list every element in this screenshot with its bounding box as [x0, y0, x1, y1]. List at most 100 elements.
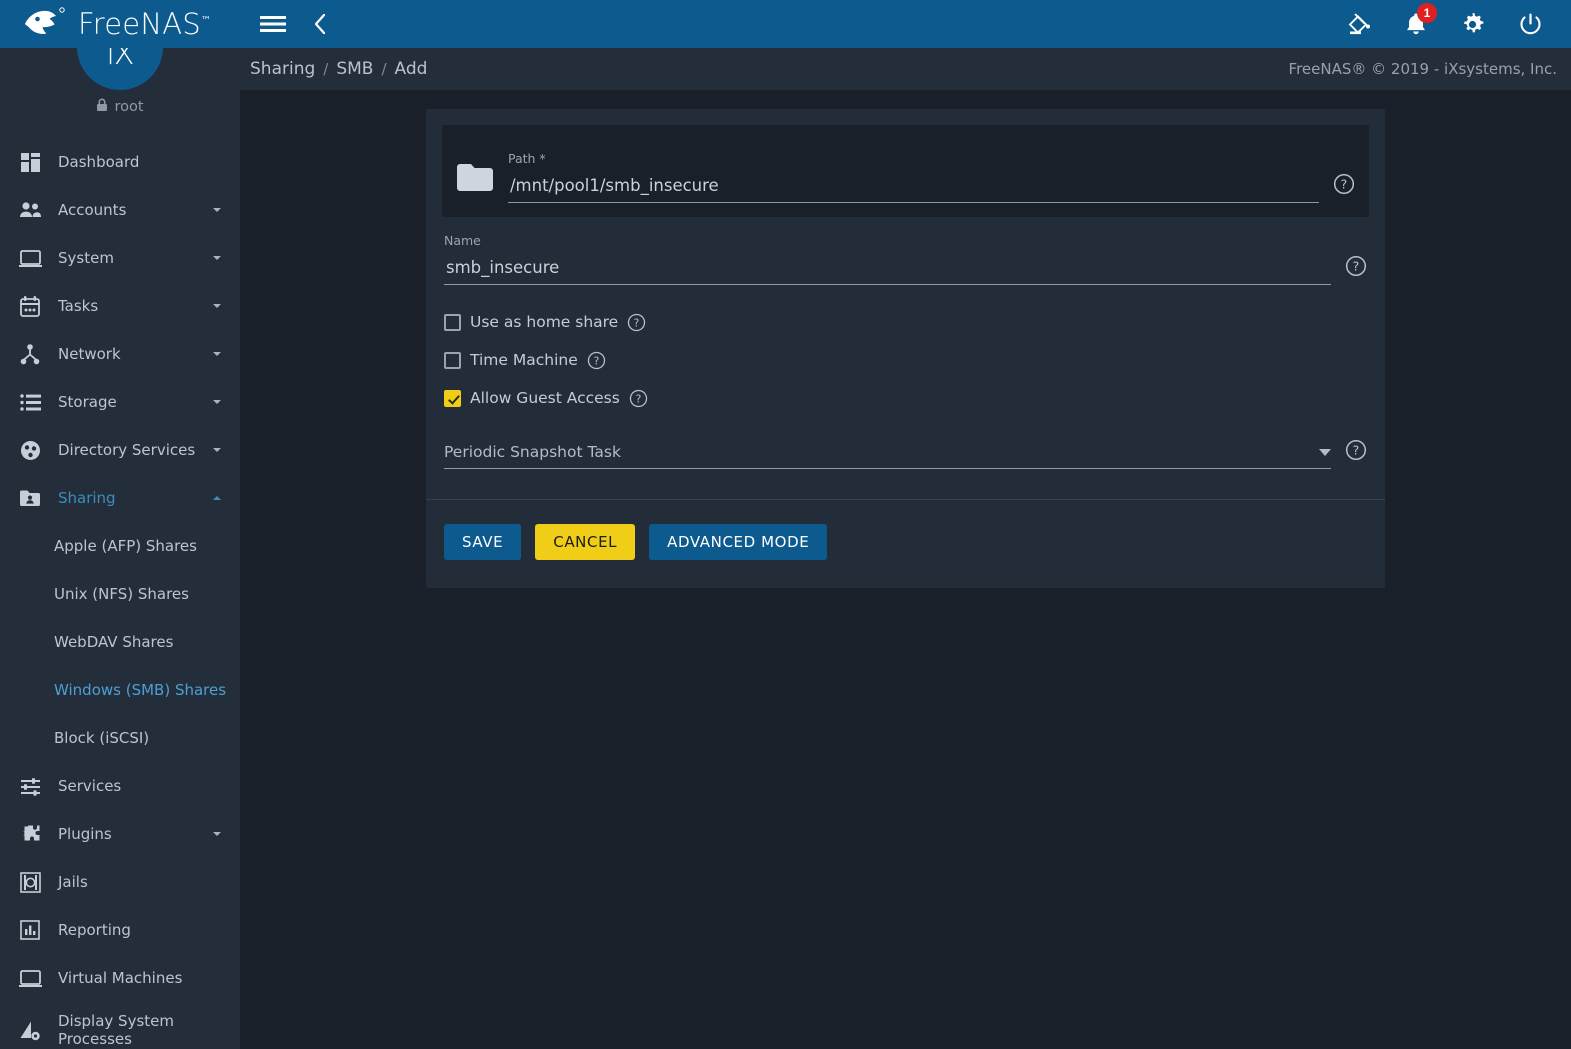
chevron-down-icon	[213, 352, 221, 356]
sidebar-username: root	[0, 98, 240, 116]
sidebar-item-directory-services[interactable]: Directory Services	[0, 426, 240, 474]
sidebar-item-label: Jails	[58, 872, 88, 891]
brand-name: FreeNAS™	[78, 6, 212, 41]
reporting-chart-icon	[12, 916, 48, 944]
main-content: Sharing / SMB / Add FreeNAS® © 2019 - iX…	[240, 48, 1571, 1049]
path-input[interactable]	[508, 176, 1319, 203]
sidebar-item-virtual-machines[interactable]: Virtual Machines	[0, 954, 240, 1002]
help-circle-icon[interactable]: ?	[1333, 173, 1355, 195]
chevron-down-icon	[213, 400, 221, 404]
freenas-fish-icon	[25, 7, 65, 34]
sidebar-item-label: Services	[58, 776, 122, 795]
svg-text:?: ?	[634, 316, 640, 329]
folder-icon[interactable]	[456, 161, 494, 195]
cancel-button[interactable]: CANCEL	[535, 524, 636, 560]
gear-icon[interactable]	[1460, 12, 1485, 37]
services-sliders-icon	[12, 772, 48, 800]
checkbox-group: Use as home share ? Time Machine ? Allow…	[442, 285, 1369, 417]
sidebar-item-plugins[interactable]: Plugins	[0, 810, 240, 858]
smb-share-form-card: Path * ? Name ?	[426, 109, 1385, 588]
sidebar-item-tasks[interactable]: Tasks	[0, 282, 240, 330]
plugins-puzzle-icon	[12, 820, 48, 848]
hamburger-menu-icon[interactable]	[260, 14, 286, 34]
power-icon[interactable]	[1518, 12, 1543, 37]
copyright-text: FreeNAS® © 2019 - iXsystems, Inc.	[1288, 60, 1557, 78]
sidebar: iX root Dashboard Accounts System Tasks …	[0, 0, 240, 1049]
breadcrumb-separator: /	[381, 60, 387, 78]
sidebar-item-label: Network	[58, 344, 121, 363]
bell-icon[interactable]: 1	[1405, 3, 1437, 36]
time-machine-checkbox[interactable]	[444, 351, 461, 369]
sidebar-subitem-label: WebDAV Shares	[54, 633, 174, 651]
path-label: Path *	[508, 151, 546, 166]
sidebar-subitem-block-iscsi[interactable]: Block (iSCSI)	[0, 714, 240, 762]
system-monitor-icon	[12, 244, 48, 272]
svg-text:?: ?	[1353, 443, 1360, 458]
chevron-left-icon[interactable]	[312, 13, 328, 35]
breadcrumb-separator: /	[323, 60, 329, 78]
breadcrumb-item-smb[interactable]: SMB	[336, 59, 373, 79]
breadcrumb-item-add[interactable]: Add	[395, 59, 428, 79]
sidebar-item-label: System	[58, 248, 114, 267]
checkbox-row-allow-guest-access[interactable]: Allow Guest Access ?	[444, 379, 1367, 417]
chevron-down-icon	[213, 448, 221, 452]
sidebar-item-sharing[interactable]: Sharing	[0, 474, 240, 522]
name-label: Name	[444, 233, 481, 248]
chevron-down-icon	[213, 832, 221, 836]
help-circle-icon[interactable]: ?	[627, 313, 646, 332]
sidebar-subitem-apple-afp-shares[interactable]: Apple (AFP) Shares	[0, 522, 240, 570]
sidebar-item-system[interactable]: System	[0, 234, 240, 282]
breadcrumb-bar: Sharing / SMB / Add FreeNAS® © 2019 - iX…	[240, 48, 1571, 90]
sidebar-subitem-label: Apple (AFP) Shares	[54, 537, 197, 555]
help-circle-icon[interactable]: ?	[1345, 439, 1367, 461]
sidebar-item-label: Dashboard	[58, 152, 140, 171]
chevron-down-icon	[213, 208, 221, 212]
chevron-up-icon	[213, 496, 221, 500]
dashboard-icon	[12, 148, 48, 176]
sidebar-nav: Dashboard Accounts System Tasks Network …	[0, 138, 240, 1049]
use-as-home-share-checkbox[interactable]	[444, 313, 461, 331]
allow-guest-access-checkbox[interactable]	[444, 389, 461, 407]
sharing-folder-icon	[12, 484, 48, 512]
freenas-app: iX root Dashboard Accounts System Tasks …	[0, 0, 1571, 1049]
sidebar-item-storage[interactable]: Storage	[0, 378, 240, 426]
svg-text:?: ?	[1353, 259, 1360, 274]
sidebar-subitem-windows-smb-shares[interactable]: Windows (SMB) Shares	[0, 666, 240, 714]
sidebar-item-label: Plugins	[58, 824, 112, 843]
sidebar-item-services[interactable]: Services	[0, 762, 240, 810]
advanced-mode-button[interactable]: ADVANCED MODE	[649, 524, 828, 560]
chevron-down-icon	[1319, 448, 1331, 456]
sidebar-item-network[interactable]: Network	[0, 330, 240, 378]
sidebar-item-reporting[interactable]: Reporting	[0, 906, 240, 954]
help-circle-icon[interactable]: ?	[1345, 255, 1367, 277]
paint-bucket-icon[interactable]	[1346, 11, 1372, 37]
name-input[interactable]	[444, 258, 1331, 285]
sidebar-subitem-label: Unix (NFS) Shares	[54, 585, 189, 603]
breadcrumb-item-sharing[interactable]: Sharing	[250, 59, 315, 79]
sidebar-item-label: Virtual Machines	[58, 968, 183, 987]
chevron-down-icon	[213, 256, 221, 260]
notification-badge: 1	[1417, 3, 1437, 23]
sidebar-item-accounts[interactable]: Accounts	[0, 186, 240, 234]
sidebar-item-jails[interactable]: Jails	[0, 858, 240, 906]
accounts-people-icon	[12, 196, 48, 224]
sidebar-item-label: Sharing	[58, 488, 116, 507]
checkbox-label: Time Machine	[470, 351, 578, 369]
sidebar-subitem-label: Windows (SMB) Shares	[54, 681, 227, 699]
calendar-tasks-icon	[12, 292, 48, 320]
help-circle-icon[interactable]: ?	[587, 351, 606, 370]
checkbox-row-time-machine[interactable]: Time Machine ?	[444, 341, 1367, 379]
sidebar-subitem-webdav-shares[interactable]: WebDAV Shares	[0, 618, 240, 666]
help-circle-icon[interactable]: ?	[629, 389, 648, 408]
form-actions: SAVE CANCEL ADVANCED MODE	[442, 500, 1369, 588]
svg-text:?: ?	[1341, 177, 1348, 192]
virtual-machines-icon	[12, 964, 48, 992]
brand-logo[interactable]: FreeNAS™	[0, 0, 240, 48]
sidebar-subitem-unix-nfs-shares[interactable]: Unix (NFS) Shares	[0, 570, 240, 618]
svg-text:?: ?	[593, 354, 599, 367]
periodic-snapshot-task-select[interactable]: Periodic Snapshot Task	[444, 443, 1331, 469]
sidebar-item-dashboard[interactable]: Dashboard	[0, 138, 240, 186]
sidebar-item-display-system-processes[interactable]: Display System Processes	[0, 1002, 240, 1049]
checkbox-row-use-as-home-share[interactable]: Use as home share ?	[444, 303, 1367, 341]
save-button[interactable]: SAVE	[444, 524, 522, 560]
